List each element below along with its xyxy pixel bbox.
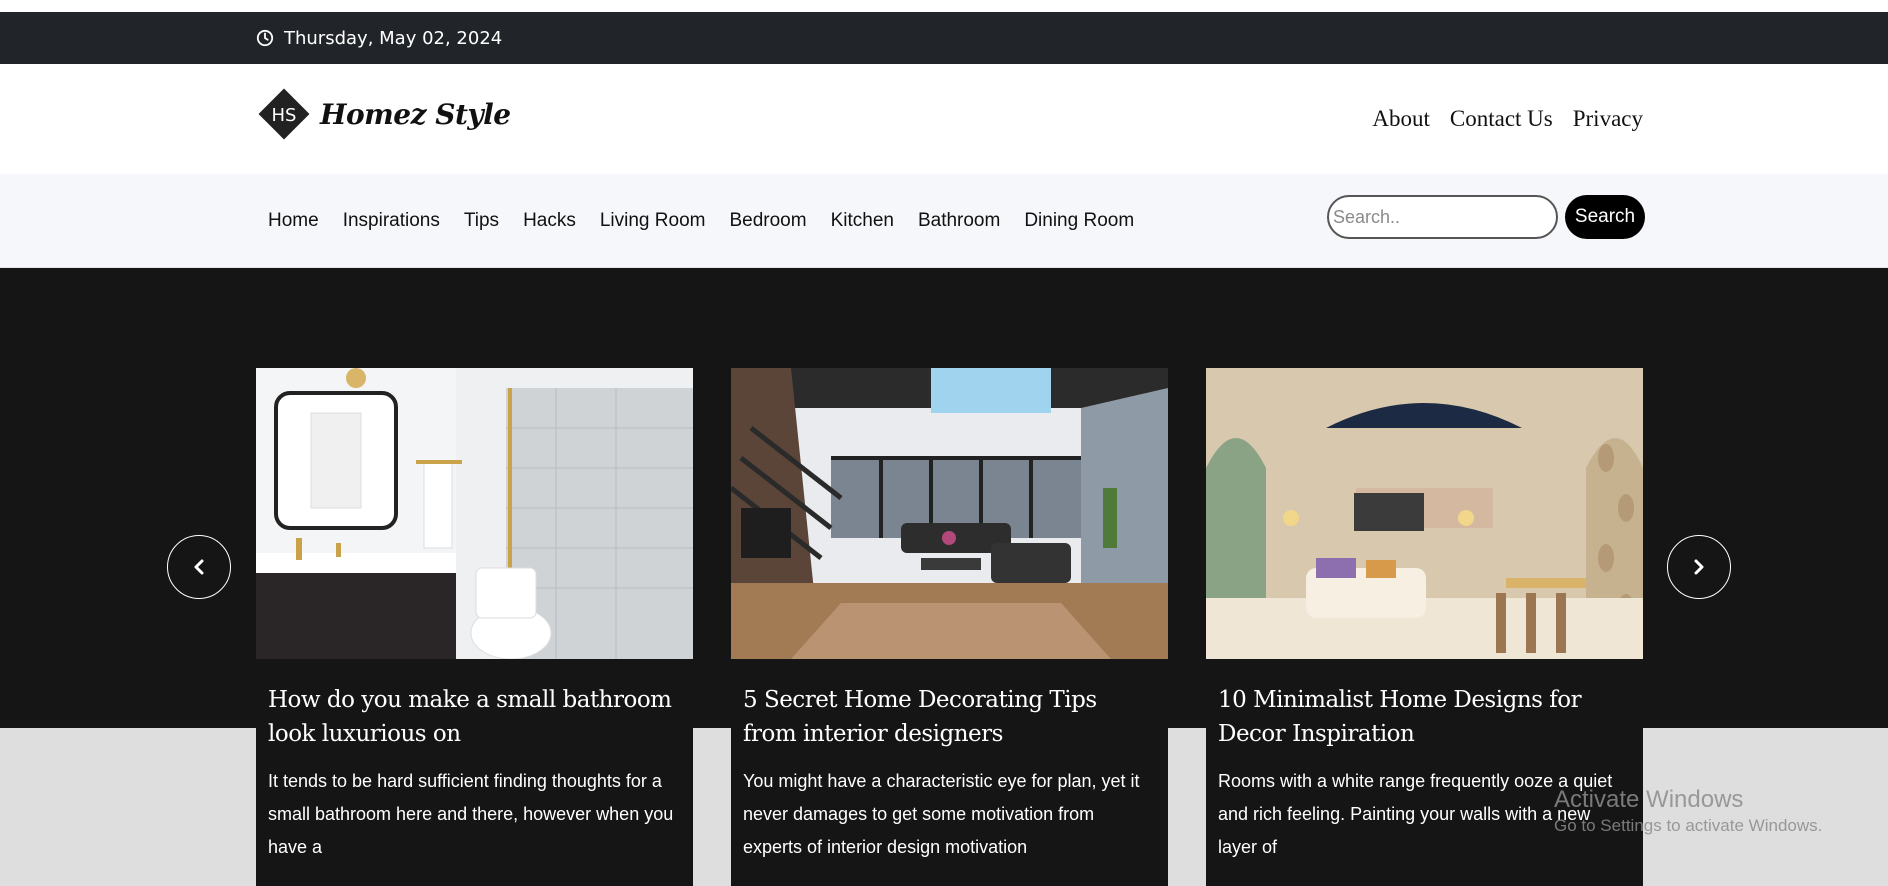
- site-logo[interactable]: HS Homez Style: [256, 86, 511, 142]
- card-image-living-room[interactable]: [731, 368, 1168, 659]
- nav-home[interactable]: Home: [256, 210, 331, 232]
- current-date: Thursday, May 02, 2024: [284, 27, 503, 49]
- logo-diamond-icon: HS: [258, 88, 310, 140]
- carousel-prev-button[interactable]: [167, 535, 231, 599]
- card-title[interactable]: 10 Minimalist Home Designs for Decor Ins…: [1206, 683, 1643, 751]
- nav-hacks[interactable]: Hacks: [511, 210, 588, 232]
- search-input[interactable]: [1327, 195, 1558, 239]
- windows-activation-watermark: Activate Windows Go to Settings to activ…: [1554, 786, 1822, 836]
- article-card[interactable]: 5 Secret Home Decorating Tips from inter…: [731, 368, 1168, 886]
- main-navbar: Home Inspirations Tips Hacks Living Room…: [0, 174, 1888, 268]
- link-about[interactable]: About: [1372, 106, 1430, 132]
- search-button[interactable]: Search: [1565, 195, 1645, 239]
- watermark-subtitle: Go to Settings to activate Windows.: [1554, 816, 1823, 835]
- card-image-bathroom[interactable]: [256, 368, 693, 659]
- date-display: Thursday, May 02, 2024: [256, 12, 502, 64]
- link-contact-us[interactable]: Contact Us: [1450, 106, 1553, 132]
- svg-text:HS: HS: [272, 105, 297, 126]
- nav-bedroom[interactable]: Bedroom: [717, 210, 818, 232]
- nav-living-room[interactable]: Living Room: [588, 210, 718, 232]
- category-nav: Home Inspirations Tips Hacks Living Room…: [256, 174, 1146, 268]
- article-card[interactable]: How do you make a small bathroom look lu…: [256, 368, 693, 886]
- watermark-title: Activate Windows: [1554, 786, 1744, 813]
- chevron-right-icon: [1694, 559, 1704, 575]
- carousel-next-button[interactable]: [1667, 535, 1731, 599]
- nav-tips[interactable]: Tips: [452, 210, 511, 232]
- card-image-minimalist-home[interactable]: [1206, 368, 1643, 659]
- top-links: About Contact Us Privacy: [1372, 106, 1643, 132]
- nav-dining-room[interactable]: Dining Room: [1012, 210, 1146, 232]
- nav-inspirations[interactable]: Inspirations: [331, 210, 452, 232]
- card-title[interactable]: 5 Secret Home Decorating Tips from inter…: [731, 683, 1168, 751]
- card-title[interactable]: How do you make a small bathroom look lu…: [256, 683, 693, 751]
- nav-kitchen[interactable]: Kitchen: [819, 210, 906, 232]
- site-header: HS Homez Style About Contact Us Privacy: [0, 64, 1888, 174]
- search-form: Search: [1327, 195, 1645, 239]
- clock-icon: [256, 29, 274, 47]
- nav-bathroom[interactable]: Bathroom: [906, 210, 1012, 232]
- link-privacy[interactable]: Privacy: [1573, 106, 1643, 132]
- top-date-bar: Thursday, May 02, 2024: [0, 12, 1888, 64]
- card-excerpt: You might have a characteristic eye for …: [743, 771, 1140, 857]
- site-name: Homez Style: [320, 97, 511, 131]
- chevron-left-icon: [194, 559, 204, 575]
- card-excerpt: It tends to be hard sufficient finding t…: [268, 771, 674, 857]
